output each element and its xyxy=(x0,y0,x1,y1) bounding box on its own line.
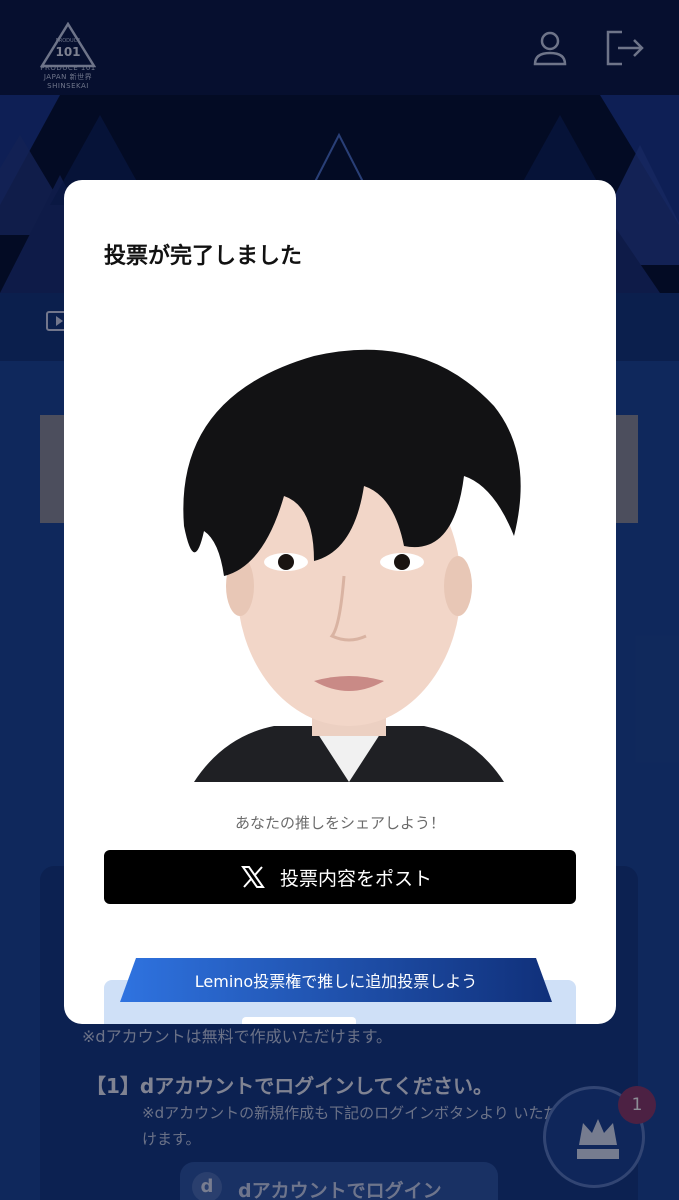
lemino-panel-content xyxy=(242,1017,356,1024)
x-logo-icon xyxy=(241,866,265,888)
post-button-label: 投票内容をポスト xyxy=(280,868,433,890)
post-to-x-button[interactable]: 投票内容をポスト xyxy=(104,850,576,904)
lemino-ribbon-label[interactable]: Lemino投票権で推しに追加投票しよう xyxy=(120,968,552,992)
trainee-portrait xyxy=(183,349,521,782)
modal-title: 投票が完了しました xyxy=(104,244,303,269)
vote-complete-modal: 投票が完了しました あなたの推しをシェアしよう！ 投票内容をポスト Lemino… xyxy=(64,180,616,1024)
share-prompt: あなたの推しをシェアしよう！ xyxy=(234,814,445,832)
